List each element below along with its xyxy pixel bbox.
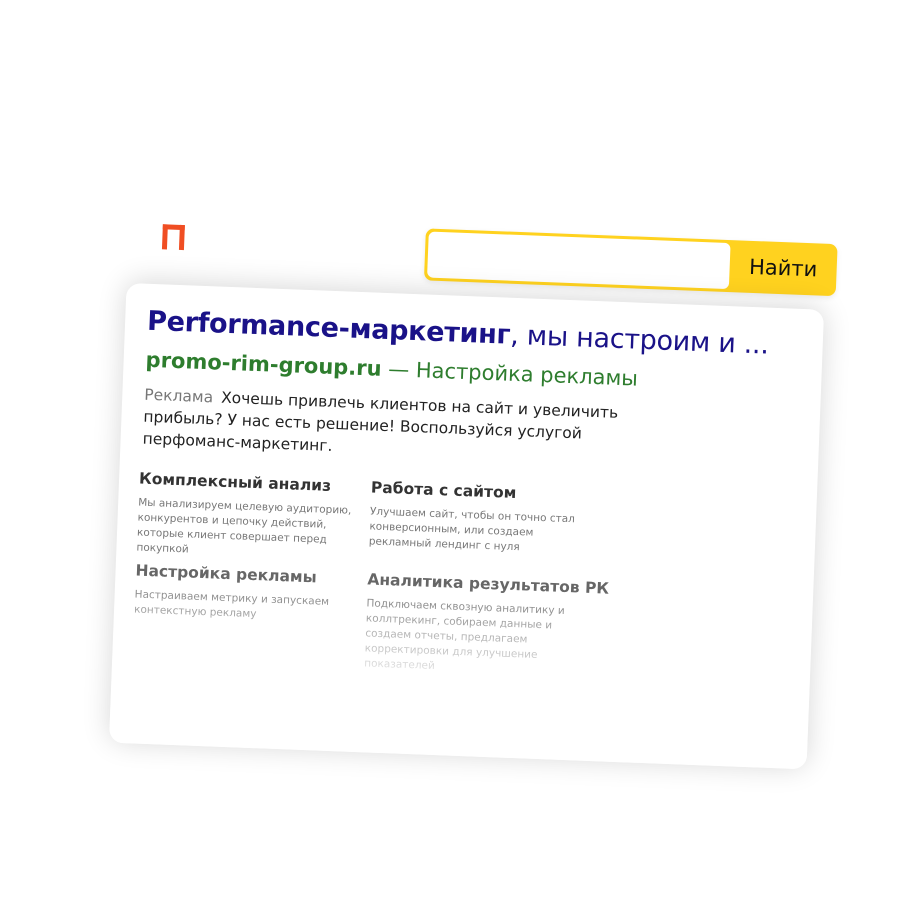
search-input[interactable] [427, 231, 731, 290]
sitelink-analytics: Аналитика результатов РК Подключаем скво… [363, 570, 609, 679]
ad-url-line[interactable]: promo-rim-group.ru — Настройка рекламы [145, 348, 638, 391]
sitelink-text: Улучшаем сайт, чтобы он точно стал конве… [368, 505, 576, 554]
sitelink-text: Подключаем сквозную аналитику и коллтрек… [363, 597, 565, 673]
sitelink-title[interactable]: Работа с сайтом [371, 478, 587, 504]
sitelink-analysis: Комплексный анализ Мы анализируем целеву… [136, 470, 354, 564]
ad-url-rest: — Настройка рекламы [381, 356, 639, 391]
page: Найти Performance-маркетинг, мы настроим… [0, 0, 900, 901]
sitelink-website: Работа с сайтом Улучшаем сайт, чтобы он … [369, 478, 587, 557]
yandex-logo-icon[interactable] [161, 224, 187, 251]
sitelink-ad-setup: Настройка рекламы Настраиваем метрику и … [134, 561, 351, 625]
sitelink-title[interactable]: Настройка рекламы [135, 561, 351, 587]
ad-domain: promo-rim-group.ru [145, 347, 383, 381]
ad-label: Реклама [143, 385, 214, 407]
logo-bar-right [178, 224, 185, 251]
ad-description: Хочешь привлечь клиентов на сайт и увели… [142, 388, 619, 455]
ad-description-block: Реклама Хочешь привлечь клиентов на сайт … [142, 384, 684, 471]
sitelink-text: Мы анализируем целевую аудиторию, конкур… [136, 496, 352, 556]
logo-bar-left [161, 224, 168, 250]
search-bar: Найти [423, 228, 838, 297]
ad-title-bold: Performance-маркетинг [146, 305, 511, 351]
ad-title-rest: , мы настроим и ... [509, 319, 770, 361]
search-button[interactable]: Найти [729, 240, 838, 296]
sitelink-title[interactable]: Аналитика результатов РК [367, 570, 609, 597]
sitelink-text: Настраиваем метрику и запускаем контекст… [133, 588, 330, 621]
search-results-scene: Найти Performance-маркетинг, мы настроим… [108, 195, 849, 770]
ad-result-card: Performance-маркетинг, мы настроим и ...… [108, 282, 825, 770]
sitelink-title[interactable]: Комплексный анализ [139, 470, 355, 496]
